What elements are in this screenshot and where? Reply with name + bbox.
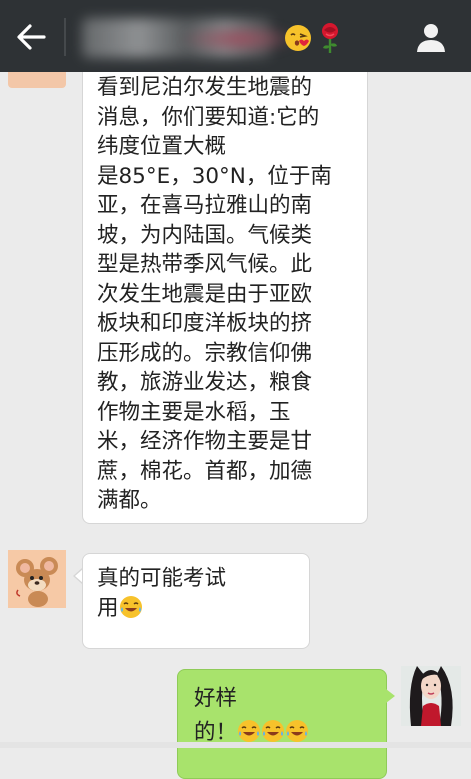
portrait-photo-icon — [401, 666, 461, 726]
message-line: 作物主要是水稻，玉 — [97, 399, 291, 425]
laughing-tears-icon — [286, 720, 309, 742]
laughing-tears-icon — [119, 595, 142, 618]
message-line: 次发生地震是由于亚欧 — [97, 281, 313, 307]
message-line: 是85°E，30°N，位于南 — [97, 163, 332, 189]
arrow-left-icon — [17, 24, 46, 50]
bottom-edge — [0, 742, 471, 748]
message-line: 蔗，棉花。首都，加德 — [97, 458, 313, 484]
message-bubble-incoming[interactable]: 看到尼泊尔发生地震的 消息，你们要知道:它的 纬度位置大概 是85°E，30°N… — [82, 62, 368, 524]
chat-info-button[interactable] — [414, 20, 448, 54]
message-line: 亚，在喜马拉雅山的南 — [97, 193, 313, 218]
mouse-cartoon-icon — [8, 550, 66, 608]
avatar[interactable] — [8, 550, 66, 608]
message-line: 板块和印度洋板块的挤 — [97, 311, 313, 336]
bubble-tail — [386, 689, 395, 703]
message-line: 好样 — [194, 686, 238, 711]
message-line: 教，旅游业发达，粮食 — [97, 370, 313, 395]
message-bubble-incoming[interactable]: 真的可能考试 用 — [82, 553, 310, 649]
message-line: 消息，你们要知道:它的 — [97, 104, 320, 130]
message-line: 真的可能考试 — [97, 566, 227, 591]
message-line: 看到尼泊尔发生地震的 — [97, 75, 313, 100]
back-button[interactable] — [14, 20, 48, 54]
laughing-tears-icon — [238, 720, 261, 742]
message-bubble-outgoing[interactable]: 好样 的！ — [177, 669, 387, 779]
header-divider — [64, 18, 66, 56]
kissing-face-icon — [285, 25, 311, 51]
message-line: 米，经济作物主要是甘 — [97, 429, 313, 454]
message-line: 满都。 — [97, 488, 162, 513]
message-line: 型是热带季风气候。此 — [97, 252, 313, 277]
message-list[interactable]: 看到尼泊尔发生地震的 消息，你们要知道:它的 纬度位置大概 是85°E，30°N… — [0, 62, 471, 779]
chat-header — [0, 0, 471, 72]
message-line: 纬度位置大概 — [97, 134, 227, 159]
message-line: 用 — [97, 594, 297, 624]
message-text: 用 — [97, 595, 119, 621]
avatar[interactable] — [8, 72, 66, 88]
avatar[interactable] — [401, 666, 461, 726]
message-line: 坡，为内陆国。气候类 — [97, 222, 313, 248]
message-line: 压形成的。宗教信仰佛 — [97, 340, 313, 366]
contact-name — [84, 22, 274, 52]
rose-icon — [322, 23, 338, 53]
laughing-tears-icon — [262, 720, 285, 742]
person-icon — [417, 24, 445, 52]
